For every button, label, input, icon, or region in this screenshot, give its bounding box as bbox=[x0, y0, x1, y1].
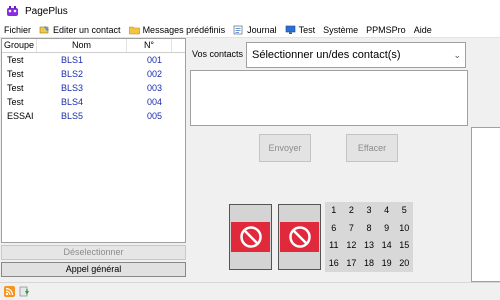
cell-group: Test bbox=[7, 83, 24, 93]
menu-label: Editer un contact bbox=[53, 24, 121, 35]
status-bar bbox=[0, 282, 500, 300]
deselect-button[interactable]: Déselectionner bbox=[1, 245, 186, 260]
cell-name: BLS3 bbox=[61, 83, 84, 93]
menu-label: Système bbox=[323, 24, 359, 35]
numpad-key[interactable]: 5 bbox=[395, 202, 413, 220]
numpad-key[interactable]: 3 bbox=[360, 202, 378, 220]
menu-label: PPMSPro bbox=[366, 24, 406, 35]
menu-editer-contact[interactable]: Editer un contact bbox=[39, 25, 121, 35]
cell-number: 003 bbox=[147, 83, 163, 93]
blocked-banner bbox=[231, 222, 270, 252]
download-icon[interactable] bbox=[19, 286, 30, 297]
blocked-banner bbox=[280, 222, 319, 252]
header-numero[interactable]: N° bbox=[127, 39, 172, 52]
numpad-key[interactable]: 14 bbox=[378, 237, 396, 255]
effacer-button[interactable]: Effacer bbox=[346, 134, 398, 162]
blocked-indicator[interactable] bbox=[229, 204, 272, 270]
menu-label: Test bbox=[298, 24, 316, 35]
table-row[interactable]: Test BLS4 004 bbox=[2, 95, 185, 109]
numpad-key[interactable]: 18 bbox=[360, 255, 378, 273]
header-groupe[interactable]: Groupe bbox=[2, 39, 37, 52]
numpad-key[interactable]: 11 bbox=[325, 237, 343, 255]
numpad-key[interactable]: 19 bbox=[378, 255, 396, 273]
numpad-key[interactable]: 13 bbox=[360, 237, 378, 255]
envoyer-button[interactable]: Envoyer bbox=[259, 134, 311, 162]
menu-label: Messages prédéfinis bbox=[142, 24, 226, 35]
menu-bar: Fichier Editer un contact Messages prédé… bbox=[0, 22, 500, 38]
numpad-key[interactable]: 12 bbox=[343, 237, 361, 255]
edit-contact-icon bbox=[39, 25, 50, 33]
rss-icon[interactable] bbox=[4, 286, 15, 297]
menu-aide[interactable]: Aide bbox=[414, 25, 432, 35]
numpad-key[interactable]: 2 bbox=[343, 202, 361, 220]
folder-icon bbox=[128, 26, 140, 34]
numpad-key[interactable]: 8 bbox=[360, 220, 378, 238]
menu-ppmspro[interactable]: PPMSPro bbox=[366, 25, 406, 35]
numpad-key[interactable]: 9 bbox=[378, 220, 396, 238]
numpad-key[interactable]: 1 bbox=[325, 202, 343, 220]
journal-icon bbox=[233, 25, 243, 34]
message-textarea[interactable] bbox=[190, 70, 468, 126]
blocked-indicator[interactable] bbox=[278, 204, 321, 270]
cell-number: 005 bbox=[147, 111, 163, 121]
numpad-key[interactable]: 4 bbox=[378, 202, 396, 220]
header-nom[interactable]: Nom bbox=[37, 39, 127, 52]
contacts-dropdown[interactable]: Sélectionner un/des contact(s) ⌄ bbox=[246, 42, 466, 68]
cell-group: Test bbox=[7, 69, 24, 79]
contacts-grid[interactable]: Groupe Nom N° Test BLS1 001 Test BLS2 00… bbox=[1, 38, 186, 243]
cell-name: BLS4 bbox=[61, 97, 84, 107]
numpad-key[interactable]: 15 bbox=[395, 237, 413, 255]
numpad-key[interactable]: 16 bbox=[325, 255, 343, 273]
app-title: PagePlus bbox=[25, 5, 68, 17]
cell-group: Test bbox=[7, 97, 24, 107]
cell-name: BLS5 bbox=[61, 111, 84, 121]
menu-label: Fichier bbox=[4, 24, 32, 35]
menu-test[interactable]: Test bbox=[285, 24, 316, 35]
cell-number: 004 bbox=[147, 97, 163, 107]
cell-name: BLS1 bbox=[61, 55, 84, 65]
menu-label: Journal bbox=[247, 24, 277, 35]
numpad-key[interactable]: 20 bbox=[395, 255, 413, 273]
appel-general-button[interactable]: Appel général bbox=[1, 262, 186, 277]
cell-name: BLS2 bbox=[61, 69, 84, 79]
contacts-dropdown-value: Sélectionner un/des contact(s) bbox=[252, 49, 401, 61]
numpad-key[interactable]: 6 bbox=[325, 220, 343, 238]
cell-number: 001 bbox=[147, 55, 163, 65]
title-bar: PagePlus bbox=[0, 0, 500, 22]
menu-systeme[interactable]: Système bbox=[323, 25, 358, 35]
side-panel bbox=[471, 127, 500, 282]
app-logo-icon bbox=[7, 5, 18, 16]
grid-header: Groupe Nom N° bbox=[2, 39, 185, 53]
numpad: 1 2 3 4 5 6 7 8 9 10 11 12 13 14 15 16 1… bbox=[325, 202, 413, 272]
cell-group: Test bbox=[7, 55, 24, 65]
menu-label: Aide bbox=[413, 24, 432, 35]
numpad-key[interactable]: 10 bbox=[395, 220, 413, 238]
chevron-down-icon: ⌄ bbox=[453, 50, 461, 60]
menu-journal[interactable]: Journal bbox=[233, 25, 277, 35]
monitor-icon bbox=[285, 25, 295, 34]
cell-number: 002 bbox=[147, 69, 163, 79]
table-row[interactable]: Test BLS3 003 bbox=[2, 81, 185, 95]
menu-messages-predefinis[interactable]: Messages prédéfinis bbox=[128, 24, 226, 35]
prohibited-icon bbox=[240, 226, 262, 248]
cell-group: ESSAI bbox=[7, 111, 34, 121]
menu-fichier[interactable]: Fichier bbox=[4, 25, 31, 35]
prohibited-icon bbox=[289, 226, 311, 248]
numpad-key[interactable]: 7 bbox=[343, 220, 361, 238]
numpad-key[interactable]: 17 bbox=[343, 255, 361, 273]
table-row[interactable]: Test BLS2 002 bbox=[2, 67, 185, 81]
table-row[interactable]: Test BLS1 001 bbox=[2, 53, 185, 67]
contacts-label: Vos contacts : bbox=[192, 49, 249, 59]
table-row[interactable]: ESSAI BLS5 005 bbox=[2, 109, 185, 123]
